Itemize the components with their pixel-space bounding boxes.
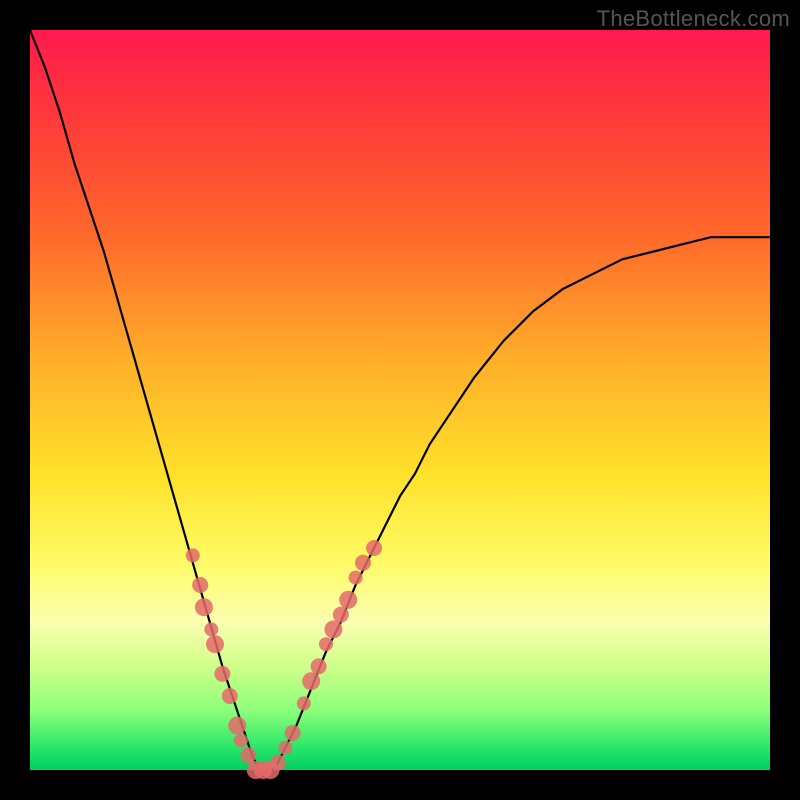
chart-svg <box>30 30 770 770</box>
marker-dot <box>333 607 349 623</box>
marker-dot <box>355 555 371 571</box>
marker-dot <box>228 717 246 735</box>
marker-dot <box>234 733 248 747</box>
marker-dot <box>285 725 301 741</box>
marker-dot <box>195 598 213 616</box>
marker-dot <box>192 577 208 593</box>
marker-dot <box>204 622 218 636</box>
watermark-text: TheBottleneck.com <box>597 6 790 32</box>
marker-dot <box>240 747 256 763</box>
marker-dot <box>206 635 224 653</box>
marker-dot <box>302 672 320 690</box>
plot-area <box>30 30 770 770</box>
marker-group <box>186 540 382 779</box>
chart-container: TheBottleneck.com <box>0 0 800 800</box>
marker-dot <box>319 637 333 651</box>
marker-dot <box>339 591 357 609</box>
marker-dot <box>222 688 238 704</box>
marker-dot <box>214 666 230 682</box>
marker-dot <box>278 741 292 755</box>
marker-dot <box>349 571 363 585</box>
marker-dot <box>324 620 342 638</box>
marker-dot <box>311 658 327 674</box>
marker-dot <box>297 696 311 710</box>
marker-dot <box>366 540 382 556</box>
marker-dot <box>186 548 200 562</box>
marker-dot <box>270 755 286 771</box>
bottleneck-curve <box>30 30 770 770</box>
